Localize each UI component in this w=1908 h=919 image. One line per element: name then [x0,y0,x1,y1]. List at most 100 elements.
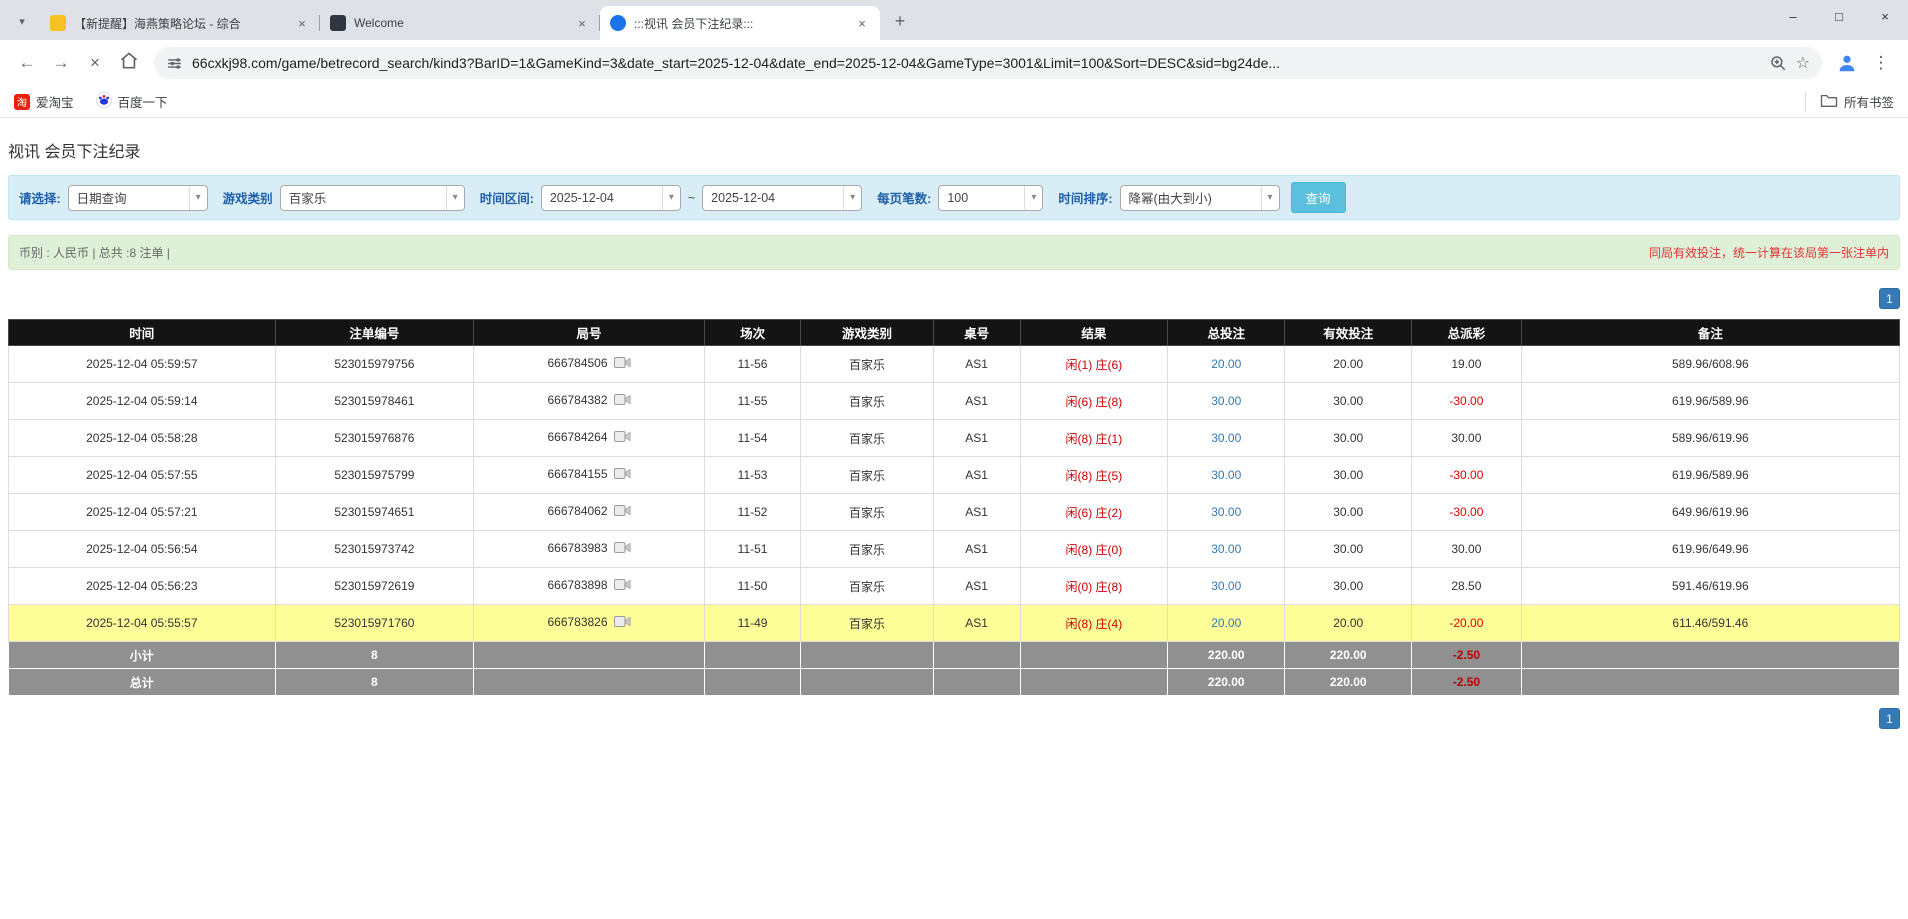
table-no-cell: AS1 [932,530,1021,568]
back-button[interactable]: ← [10,46,44,80]
query-type-select[interactable]: 日期查询 ▾ [67,184,208,211]
chevron-down-icon: ▾ [843,185,861,210]
address-bar[interactable]: 66cxkj98.com/game/betrecord_search/kind3… [154,47,1822,79]
page-size-label: 每页笔数: [877,192,932,206]
chevron-down-icon: ▾ [19,15,25,28]
valid-bet-cell: 20.00 [1284,604,1413,642]
subtotal-row-cell [932,641,1021,669]
page-number-button[interactable]: 1 [1879,288,1900,309]
minimize-button[interactable]: – [1770,0,1816,32]
result-cell: 闲(8) 庄(4) [1019,604,1169,642]
total-bet-link[interactable]: 30.00 [1167,382,1286,420]
home-button[interactable] [112,46,146,80]
url-text[interactable]: 66cxkj98.com/game/betrecord_search/kind3… [192,55,1760,71]
page-content: 视讯 会员下注纪录 请选择: 日期查询 ▾ 游戏类别 百家乐 ▾ 时间区间: 2… [0,138,1908,729]
session-cell: 11-55 [703,382,802,420]
result-banker: 庄(1) [1095,431,1123,446]
maximize-button[interactable]: □ [1816,0,1862,32]
date-start-select[interactable]: 2025-12-04 ▾ [540,184,681,211]
total-row-cell: 8 [274,668,475,696]
zoom-icon[interactable] [1769,54,1787,72]
forward-button[interactable]: → [44,46,78,80]
video-replay-icon[interactable] [613,356,631,372]
sort-value: 降幂(由大到小) [1128,192,1212,206]
sort-select[interactable]: 降幂(由大到小) ▾ [1119,184,1280,211]
menu-kebab-icon[interactable]: ⋮ [1864,46,1898,80]
date-end-select[interactable]: 2025-12-04 ▾ [702,184,863,211]
session-cell: 11-52 [703,493,802,531]
total-bet-link[interactable]: 30.00 [1167,456,1286,494]
page-size-value: 100 [947,190,969,205]
forum-favicon-icon [50,15,66,31]
table-row: 2025-12-04 05:57:55 523015975799 666784155… [8,456,1901,494]
bookmark-star-icon[interactable]: ☆ [1796,53,1810,73]
total-bet-link[interactable]: 30.00 [1167,419,1286,457]
video-replay-icon[interactable] [613,578,631,594]
tab-forum[interactable]: 【新提醒】海燕策略论坛 - 综合 × [40,6,320,40]
bookmark-taobao[interactable]: 淘 爱淘宝 [14,92,74,111]
result-cell: 闲(6) 庄(2) [1019,493,1169,531]
close-tab-icon[interactable]: × [854,15,870,31]
column-header: 结果 [1019,319,1169,346]
payout-cell: 30.00 [1411,419,1522,457]
video-replay-icon[interactable] [613,615,631,631]
date-start-value: 2025-12-04 [549,190,614,205]
tab-betrecord[interactable]: :::视讯 会员下注纪录::: × [600,6,880,40]
table-no-cell: AS1 [932,419,1021,457]
total-bet-link[interactable]: 30.00 [1167,530,1286,568]
bookmark-baidu[interactable]: 百度一下 [95,92,168,111]
search-button[interactable]: 查询 [1290,182,1346,213]
close-window-button[interactable]: × [1862,0,1908,32]
profile-icon[interactable] [1830,46,1864,80]
valid-bet-cell: 30.00 [1284,567,1413,605]
time-cell: 2025-12-04 05:56:54 [8,530,276,568]
video-replay-icon[interactable] [613,393,631,409]
video-replay-icon[interactable] [613,541,631,557]
close-tab-icon[interactable]: × [294,15,310,31]
note-cell: 591.46/619.96 [1520,567,1901,605]
column-header: 桌号 [932,319,1021,346]
result-banker: 庄(0) [1095,542,1123,557]
tab-welcome[interactable]: Welcome × [320,6,600,40]
total-row-cell [800,668,934,696]
video-replay-icon[interactable] [613,430,631,446]
page-number-button[interactable]: 1 [1879,708,1900,729]
date-range-label: 时间区间: [479,192,534,206]
total-row-cell [1019,668,1169,696]
valid-bet-cell: 30.00 [1284,382,1413,420]
subtotal-row-cell [800,641,934,669]
payout-cell: -30.00 [1411,493,1522,531]
total-row-cell: -2.50 [1411,668,1522,696]
table-no-cell: AS1 [932,345,1021,383]
new-tab-button[interactable]: + [886,7,914,35]
subtotal-row-cell [703,641,802,669]
total-bet-link[interactable]: 30.00 [1167,567,1286,605]
payout-cell: 30.00 [1411,530,1522,568]
total-row: 总计 8 220.00 220.00 -2.50 [8,668,1901,696]
total-bet-link[interactable]: 30.00 [1167,493,1286,531]
table-no-cell: AS1 [932,567,1021,605]
result-banker: 庄(6) [1095,357,1123,372]
game-type-select[interactable]: 百家乐 ▾ [279,184,465,211]
all-bookmarks-button[interactable]: 所有书签 [1804,91,1894,112]
table-row: 2025-12-04 05:56:23 523015972619 666783898… [8,567,1901,605]
video-replay-icon[interactable] [613,467,631,483]
site-settings-icon[interactable] [166,55,183,72]
total-bet-link[interactable]: 20.00 [1167,604,1286,642]
payout-cell: 28.50 [1411,567,1522,605]
result-banker: 庄(5) [1095,468,1123,483]
result-player: 闲(6) [1065,505,1093,520]
game-type-cell: 百家乐 [800,419,934,457]
chevron-down-icon: ▾ [1024,185,1042,210]
close-tab-icon[interactable]: × [574,15,590,31]
total-row-cell [1520,668,1901,696]
video-replay-icon[interactable] [613,504,631,520]
stop-button[interactable]: × [78,46,112,80]
table-row: 2025-12-04 05:58:28 523015976876 666784264… [8,419,1901,457]
bet-id-cell: 523015974651 [274,493,475,531]
baidu-icon [95,92,112,111]
column-header: 注单编号 [274,319,475,346]
total-bet-link[interactable]: 20.00 [1167,345,1286,383]
tab-search-button[interactable]: ▾ [8,7,36,35]
page-size-select[interactable]: 100 ▾ [938,184,1044,211]
